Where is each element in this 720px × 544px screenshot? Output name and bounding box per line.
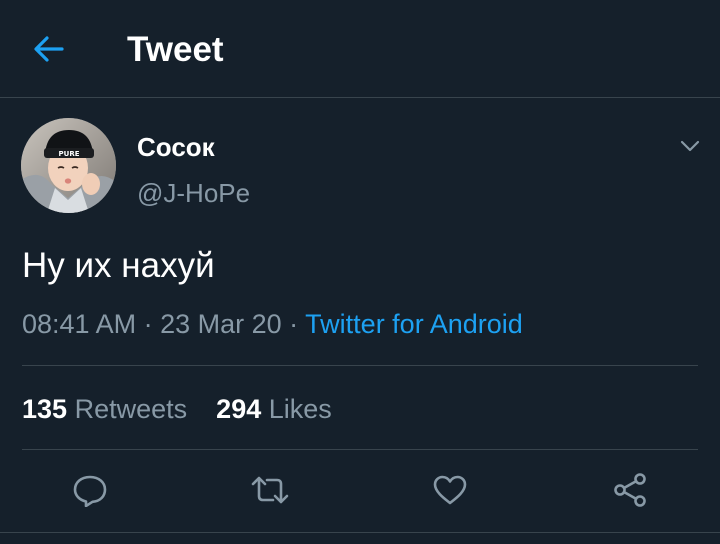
tweet-action-bar bbox=[0, 458, 720, 522]
avatar[interactable]: PURE bbox=[21, 118, 116, 213]
share-button[interactable] bbox=[610, 470, 650, 510]
tweet-source-link[interactable]: Twitter for Android bbox=[305, 309, 523, 339]
divider bbox=[22, 449, 698, 450]
divider bbox=[22, 365, 698, 366]
meta-separator: · bbox=[136, 309, 161, 339]
author-handle[interactable]: @J-HoPe bbox=[137, 176, 250, 210]
retweet-icon bbox=[251, 476, 289, 504]
retweets-label: Retweets bbox=[74, 394, 188, 424]
retweet-button[interactable] bbox=[250, 470, 290, 510]
tweet-date: 23 Mar 20 bbox=[160, 309, 282, 339]
likes-stat[interactable]: 294 Likes bbox=[216, 391, 332, 427]
like-icon bbox=[433, 475, 467, 505]
tweet-time: 08:41 AM bbox=[22, 309, 137, 339]
tweet-stats: 135 Retweets 294 Likes bbox=[22, 391, 332, 427]
share-icon bbox=[614, 473, 646, 507]
avatar-photo: PURE bbox=[21, 118, 116, 213]
meta-separator: · bbox=[281, 309, 306, 339]
retweets-stat[interactable]: 135 Retweets bbox=[22, 391, 187, 427]
avatar-beanie-text: PURE bbox=[59, 150, 80, 158]
reply-icon bbox=[73, 475, 107, 507]
like-button[interactable] bbox=[430, 470, 470, 510]
tweet-text: Ну их нахуй bbox=[22, 246, 215, 285]
more-options-button[interactable] bbox=[672, 128, 708, 164]
page-title: Tweet bbox=[127, 30, 224, 69]
tweet-detail-screen: Tweet PURE Сосок @J-HoPe Ну их нахуй 08:… bbox=[0, 0, 720, 544]
chevron-down-icon bbox=[680, 140, 700, 152]
likes-label: Likes bbox=[268, 394, 332, 424]
reply-button[interactable] bbox=[70, 470, 110, 510]
likes-count: 294 bbox=[216, 394, 262, 424]
tweet-meta: 08:41 AM · 23 Mar 20 · Twitter for Andro… bbox=[22, 306, 523, 342]
author-name[interactable]: Сосок bbox=[137, 130, 215, 164]
top-app-bar: Tweet bbox=[0, 0, 720, 98]
retweets-count: 135 bbox=[22, 394, 68, 424]
divider bbox=[0, 532, 720, 533]
arrow-left-icon bbox=[34, 36, 64, 62]
back-button[interactable] bbox=[26, 26, 72, 72]
